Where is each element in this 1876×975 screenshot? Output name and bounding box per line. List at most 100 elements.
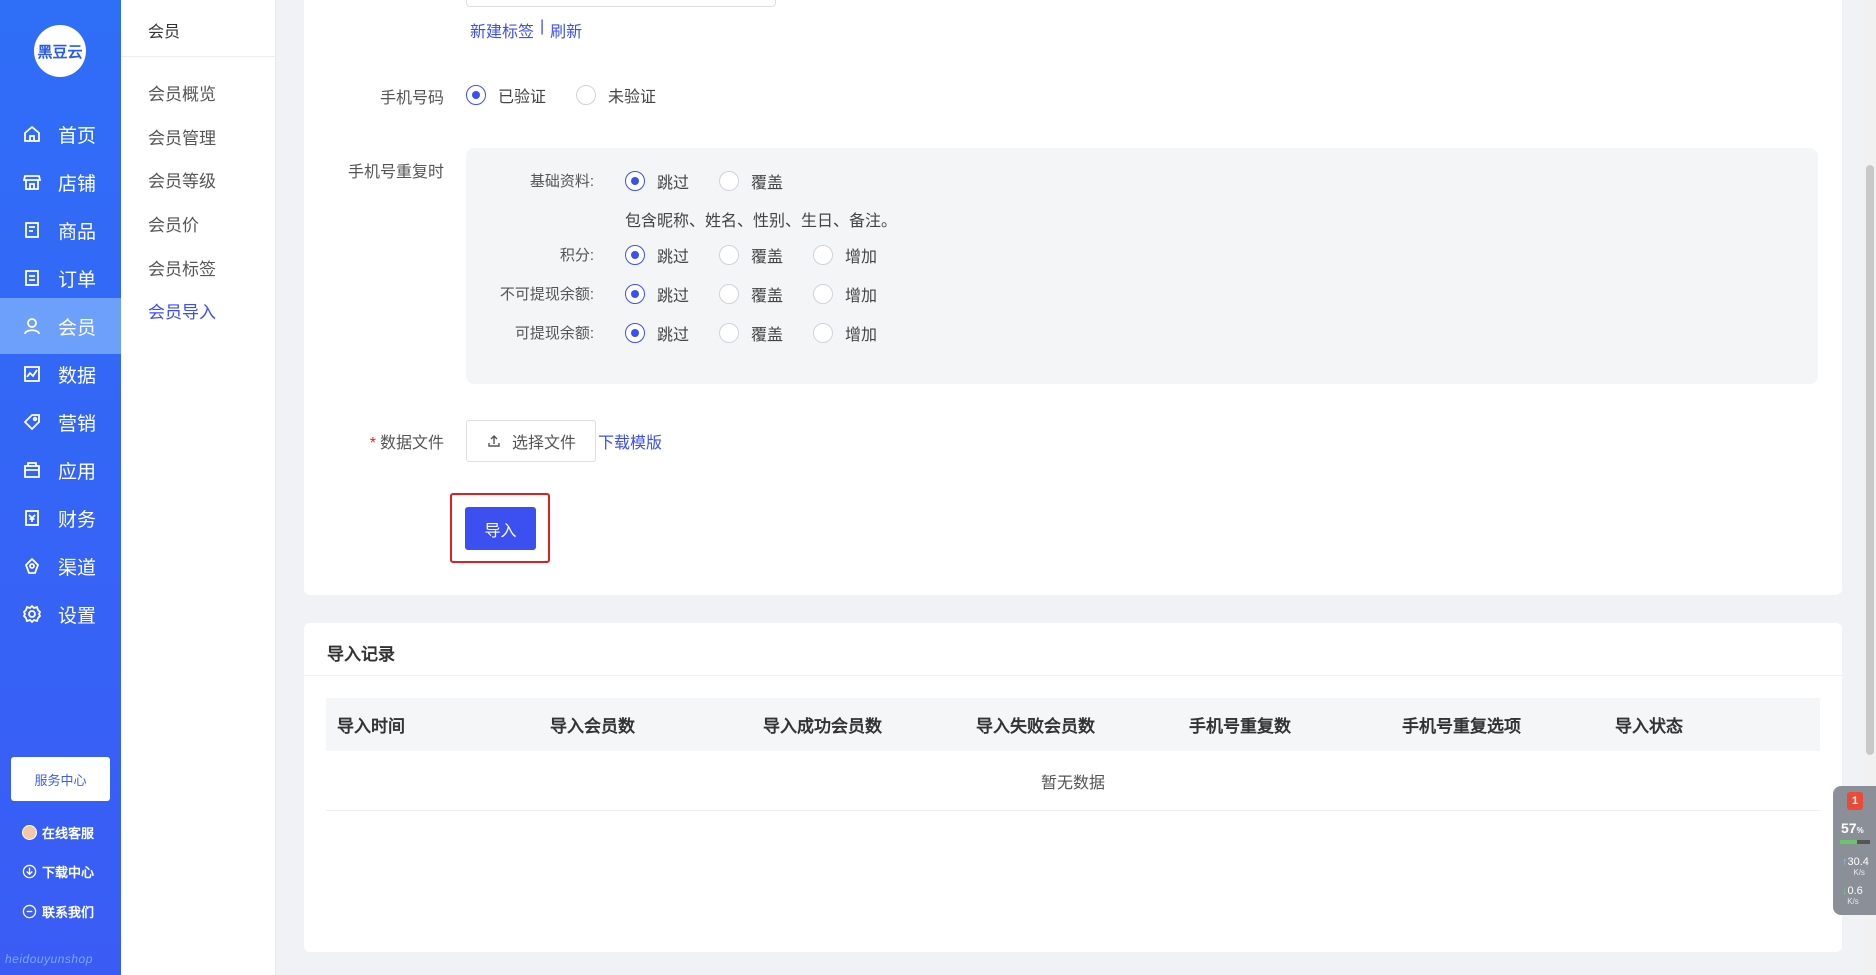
app-icon — [24, 462, 40, 478]
home-icon — [24, 125, 40, 142]
product-icon — [25, 222, 39, 238]
nav-item-label: 渠道 — [58, 557, 97, 579]
basic-info-label: 基础资料: — [529, 173, 594, 190]
tag-select-input[interactable] — [466, 0, 776, 7]
chart-icon — [24, 366, 40, 382]
choose-file-label: 选择文件 — [511, 435, 576, 452]
divider — [121, 56, 276, 57]
upload-icon — [488, 435, 500, 447]
w-overwrite-radio[interactable]: 覆盖 — [719, 321, 783, 345]
col-status: 导入状态 — [1615, 717, 1683, 736]
network-speed-widget[interactable]: 1 57% ↑30.4 K/s ↓0.6 K/s — [1833, 786, 1876, 915]
subnav-item-import[interactable]: 会员导入 — [148, 298, 216, 323]
non-withdrawable-label: 不可提现余额: — [499, 286, 594, 303]
subnav-item-management[interactable]: 会员管理 — [148, 124, 216, 149]
import-button[interactable]: 导入 — [465, 507, 536, 550]
phone-unverified-radio[interactable]: 未验证 — [576, 83, 656, 107]
nav-item-label: 店铺 — [58, 173, 97, 195]
duplicate-label: 手机号重复时 — [347, 164, 444, 181]
online-service-label: 在线客服 — [42, 825, 95, 841]
import-records-card: 导入记录 导入时间 导入会员数 导入成功会员数 导入失败会员数 手机号重复数 手… — [304, 623, 1842, 952]
phone-verified-radio[interactable]: 已验证 — [466, 83, 546, 107]
choose-file-button[interactable]: 选择文件 — [466, 420, 596, 462]
radio-dot — [719, 323, 740, 343]
new-tag-link[interactable]: 新建标签 — [470, 18, 534, 42]
basic-skip-radio[interactable]: 跳过 — [625, 169, 689, 193]
non-withdrawable-radio-group: 跳过 覆盖 增加 — [625, 282, 877, 306]
radio-label: 覆盖 — [751, 288, 784, 305]
data-file-label: * 数据文件 — [344, 429, 444, 453]
radio-label: 覆盖 — [751, 175, 784, 192]
col-import-count: 导入会员数 — [550, 717, 635, 736]
radio-label: 跳过 — [657, 249, 690, 266]
main-nav: 黑豆云 首页 店铺 商品 订单 会员 数据 营销 应用 财务 渠道 设置 服务中… — [0, 0, 121, 975]
refresh-link[interactable]: 刷新 — [550, 18, 582, 42]
subnav-item-levels[interactable]: 会员等级 — [148, 167, 216, 192]
finance-icon — [25, 510, 39, 526]
records-table-header: 导入时间 导入会员数 导入成功会员数 导入失败会员数 手机号重复数 手机号重复选… — [326, 698, 1820, 751]
download-center-label: 下载中心 — [42, 864, 95, 880]
download-speed: ↓0.6 K/s — [1842, 885, 1863, 906]
points-radio-group: 跳过 覆盖 增加 — [625, 243, 877, 267]
nav-item-label: 首页 — [58, 125, 97, 147]
order-icon — [25, 270, 39, 286]
user-icon — [24, 318, 40, 335]
nw-overwrite-radio[interactable]: 覆盖 — [719, 282, 783, 306]
contact-us-link[interactable]: 联系我们 — [22, 900, 94, 922]
radio-label: 跳过 — [657, 327, 690, 344]
withdrawable-radio-group: 跳过 覆盖 增加 — [625, 321, 877, 345]
nw-skip-radio[interactable]: 跳过 — [625, 282, 689, 306]
w-add-radio[interactable]: 增加 — [813, 321, 877, 345]
points-add-radio[interactable]: 增加 — [813, 243, 877, 267]
brand-logo[interactable]: 黑豆云 — [34, 25, 86, 77]
radio-label: 增加 — [845, 327, 878, 344]
avatar — [22, 824, 37, 840]
records-title: 导入记录 — [327, 645, 395, 664]
online-service-link[interactable]: 在线客服 — [22, 821, 94, 843]
nav-item-label: 营销 — [58, 413, 97, 435]
radio-label: 跳过 — [657, 288, 690, 305]
col-success-count: 导入成功会员数 — [763, 717, 882, 736]
usage-bar-fill — [1840, 840, 1858, 844]
contact-icon — [22, 904, 37, 918]
points-skip-radio[interactable]: 跳过 — [625, 243, 689, 267]
w-skip-radio[interactable]: 跳过 — [625, 321, 689, 345]
withdrawable-label: 可提现余额: — [514, 325, 594, 342]
service-center-button[interactable]: 服务中心 — [11, 757, 110, 801]
basic-overwrite-radio[interactable]: 覆盖 — [719, 169, 783, 193]
member-subnav: 会员 会员概览 会员管理 会员等级 会员价 会员标签 会员导入 — [121, 0, 276, 975]
usage-percent: 57% — [1841, 820, 1864, 836]
radio-label: 增加 — [845, 288, 878, 305]
radio-label: 覆盖 — [751, 249, 784, 266]
upload-speed: ↑30.4 K/s — [1842, 856, 1869, 877]
points-overwrite-radio[interactable]: 覆盖 — [719, 243, 783, 267]
channel-icon — [24, 557, 40, 574]
basic-info-note: 包含昵称、姓名、性别、生日、备注。 — [625, 213, 898, 230]
nav-item-label: 会员 — [58, 317, 97, 339]
radio-dot — [813, 323, 834, 343]
nav-item-label: 设置 — [58, 605, 97, 627]
usage-bar — [1840, 840, 1870, 844]
nw-add-radio[interactable]: 增加 — [813, 282, 877, 306]
download-speed-unit: K/s — [1847, 897, 1859, 906]
download-center-link[interactable]: 下载中心 — [22, 860, 94, 882]
scrollbar-thumb[interactable] — [1866, 165, 1874, 755]
radio-dot — [719, 171, 740, 191]
empty-state: 暂无数据 — [326, 751, 1820, 811]
subnav-item-tags[interactable]: 会员标签 — [148, 255, 216, 280]
basic-info-radio-group: 跳过 覆盖 — [625, 169, 783, 193]
link-separator: | — [540, 18, 545, 35]
contact-us-label: 联系我们 — [42, 904, 95, 920]
required-mark: * — [369, 435, 376, 452]
subnav-item-overview[interactable]: 会员概览 — [148, 80, 216, 105]
download-template-link[interactable]: 下载模版 — [598, 429, 662, 453]
radio-dot — [813, 245, 834, 265]
radio-dot — [719, 245, 740, 265]
gear-icon — [22, 604, 42, 624]
tag-icon — [23, 414, 40, 431]
subnav-item-price[interactable]: 会员价 — [148, 211, 199, 236]
download-speed-value: 0.6 — [1847, 885, 1863, 897]
divider — [304, 675, 1842, 676]
radio-dot — [813, 284, 834, 304]
nav-item-settings[interactable]: 设置 — [0, 586, 121, 642]
